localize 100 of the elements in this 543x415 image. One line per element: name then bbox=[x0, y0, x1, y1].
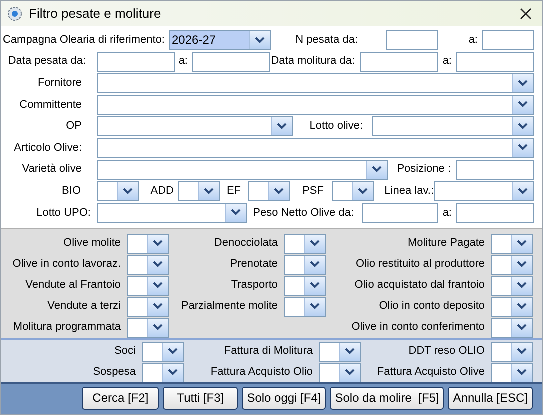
chevron-down-icon bbox=[274, 188, 284, 195]
chevron-down-icon bbox=[153, 282, 163, 289]
dropdown-button[interactable] bbox=[512, 138, 533, 157]
input-field[interactable] bbox=[482, 30, 534, 50]
dropdown-button[interactable] bbox=[512, 74, 533, 92]
dropdown-button[interactable] bbox=[147, 318, 168, 336]
dropdown-field[interactable] bbox=[127, 254, 169, 274]
field-label: a: bbox=[442, 54, 453, 70]
dropdown-button[interactable] bbox=[147, 234, 168, 252]
dropdown-field[interactable] bbox=[319, 362, 361, 382]
dropdown-field[interactable] bbox=[127, 318, 169, 338]
chevron-down-icon bbox=[517, 303, 527, 310]
option-label: Olio restituito al produttore bbox=[354, 257, 486, 272]
field-label: a: bbox=[442, 206, 453, 220]
dropdown-field[interactable] bbox=[97, 181, 139, 202]
dropdown-button[interactable] bbox=[511, 364, 532, 382]
option-label: Trasporto bbox=[230, 278, 279, 294]
dropdown-field[interactable] bbox=[319, 342, 361, 362]
dropdown-button[interactable] bbox=[249, 31, 270, 49]
dropdown-button[interactable] bbox=[511, 318, 532, 336]
dropdown-field[interactable] bbox=[127, 276, 169, 296]
input-field[interactable] bbox=[456, 52, 534, 72]
action-button[interactable]: Cerca [F2] bbox=[82, 386, 160, 410]
dropdown-field[interactable] bbox=[97, 202, 247, 223]
dropdown-button[interactable] bbox=[304, 298, 325, 316]
input-field[interactable] bbox=[456, 160, 534, 180]
action-button[interactable]: Solo oggi [F4] bbox=[242, 386, 326, 410]
chevron-down-icon bbox=[517, 324, 527, 331]
dropdown-button[interactable] bbox=[147, 256, 168, 274]
input-field[interactable] bbox=[362, 202, 438, 223]
dropdown-field[interactable] bbox=[491, 342, 533, 362]
dropdown-field[interactable] bbox=[97, 73, 534, 94]
field-label: Fornitore bbox=[36, 76, 83, 91]
dropdown-field[interactable] bbox=[142, 362, 184, 382]
dropdown-button[interactable] bbox=[198, 182, 219, 200]
input-field[interactable] bbox=[386, 30, 438, 50]
input-field[interactable] bbox=[97, 52, 175, 72]
dropdown-button[interactable] bbox=[366, 160, 387, 179]
chevron-down-icon bbox=[255, 36, 265, 44]
dropdown-button[interactable] bbox=[225, 204, 246, 222]
chevron-down-icon bbox=[518, 144, 528, 152]
chevron-down-icon bbox=[310, 240, 320, 247]
dropdown-button[interactable] bbox=[511, 256, 532, 274]
field-label: Committente bbox=[18, 98, 83, 113]
dropdown-button[interactable] bbox=[511, 342, 532, 360]
option-label: Soci bbox=[114, 344, 137, 360]
input-field[interactable] bbox=[192, 52, 270, 72]
dropdown-field[interactable] bbox=[97, 94, 534, 115]
dropdown-field[interactable] bbox=[491, 296, 533, 316]
dropdown-field[interactable] bbox=[491, 362, 533, 382]
dropdown-button[interactable] bbox=[512, 182, 533, 200]
dropdown-button[interactable] bbox=[271, 117, 292, 136]
dropdown-field[interactable] bbox=[434, 181, 534, 202]
chevron-down-icon bbox=[204, 188, 214, 195]
input-field[interactable] bbox=[360, 52, 438, 72]
dropdown-button[interactable] bbox=[162, 364, 183, 382]
dropdown-field[interactable] bbox=[97, 116, 293, 136]
dropdown-field[interactable] bbox=[284, 296, 326, 316]
action-button[interactable]: Solo da molire [F5] bbox=[330, 386, 444, 410]
dropdown-button[interactable] bbox=[304, 256, 325, 274]
dropdown-button[interactable] bbox=[147, 298, 168, 316]
dropdown-field[interactable] bbox=[372, 116, 534, 136]
dropdown-field[interactable] bbox=[97, 160, 388, 180]
dropdown-field[interactable] bbox=[97, 138, 534, 158]
dropdown-button[interactable] bbox=[511, 298, 532, 316]
option-label: Sospesa bbox=[92, 365, 137, 380]
chevron-down-icon bbox=[518, 80, 528, 87]
dropdown-button[interactable] bbox=[339, 342, 360, 360]
dropdown-field[interactable] bbox=[284, 234, 326, 254]
action-button[interactable]: Annulla [ESC] bbox=[448, 386, 533, 410]
input-field[interactable] bbox=[456, 202, 534, 223]
dropdown-field[interactable] bbox=[127, 234, 169, 254]
dropdown-field[interactable] bbox=[332, 181, 374, 202]
dropdown-field[interactable]: 2026-27 bbox=[169, 30, 271, 50]
action-button[interactable]: Tutti [F3] bbox=[163, 386, 238, 410]
dropdown-field[interactable] bbox=[491, 318, 533, 338]
dropdown-button[interactable] bbox=[304, 234, 325, 252]
dropdown-field[interactable] bbox=[127, 296, 169, 316]
dropdown-field[interactable] bbox=[248, 181, 290, 202]
dropdown-button[interactable] bbox=[339, 364, 360, 382]
dropdown-field[interactable] bbox=[491, 276, 533, 296]
dropdown-field[interactable] bbox=[142, 342, 184, 362]
dropdown-button[interactable] bbox=[162, 342, 183, 360]
dropdown-button[interactable] bbox=[352, 182, 373, 200]
dropdown-button[interactable] bbox=[511, 276, 532, 294]
dropdown-button[interactable] bbox=[268, 182, 289, 200]
dropdown-button[interactable] bbox=[512, 117, 533, 136]
dropdown-button[interactable] bbox=[147, 276, 168, 294]
dropdown-button[interactable] bbox=[117, 182, 138, 200]
dropdown-field[interactable] bbox=[284, 254, 326, 274]
dropdown-button[interactable] bbox=[304, 276, 325, 294]
dropdown-button[interactable] bbox=[512, 96, 533, 114]
dropdown-field[interactable] bbox=[491, 234, 533, 254]
chevron-down-icon bbox=[372, 166, 382, 174]
dropdown-button[interactable] bbox=[511, 234, 532, 252]
chevron-down-icon bbox=[518, 122, 528, 130]
dropdown-field[interactable] bbox=[178, 181, 220, 202]
dropdown-field[interactable] bbox=[284, 276, 326, 296]
field-label: BIO bbox=[61, 184, 82, 199]
dropdown-field[interactable] bbox=[491, 254, 533, 274]
